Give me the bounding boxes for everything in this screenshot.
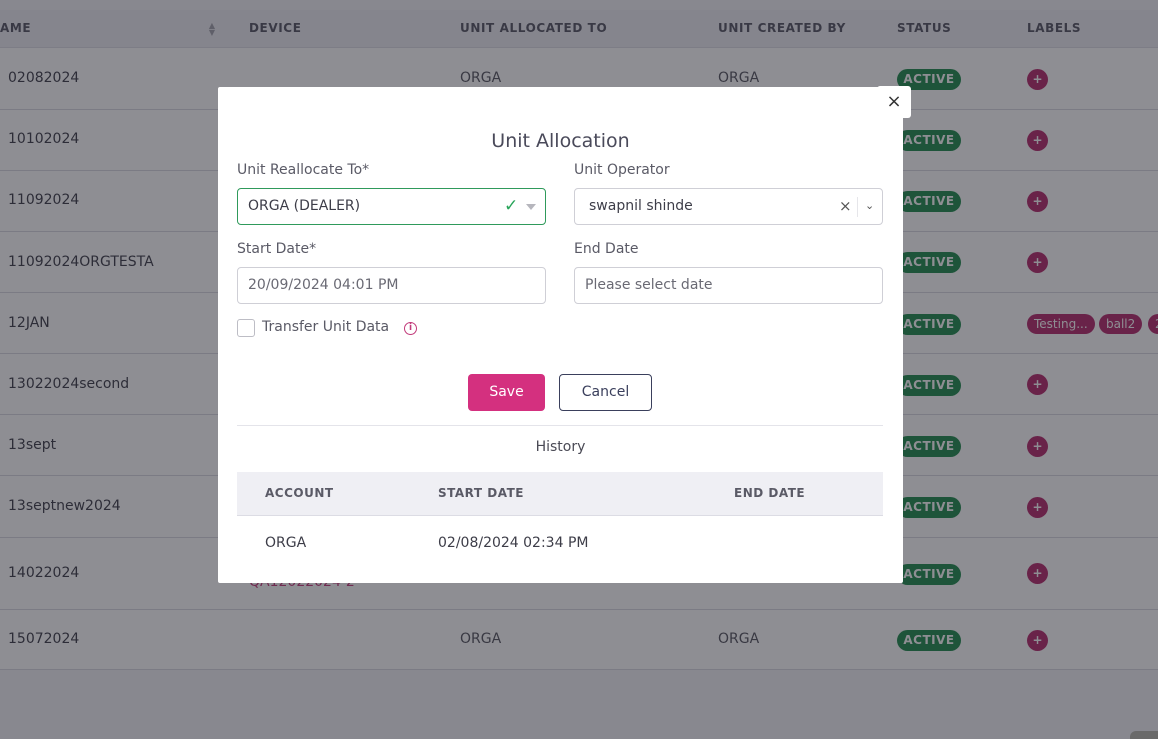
chevron-down-icon[interactable]: ⌄ xyxy=(865,199,874,212)
history-account: ORGA xyxy=(265,535,307,551)
reallocate-select[interactable]: ORGA (DEALER) ✓ xyxy=(237,188,546,225)
history-col-account: ACCOUNT xyxy=(265,486,334,500)
history-title: History xyxy=(535,439,586,455)
scroll-corner xyxy=(1130,731,1158,739)
start-date-label: Start Date* xyxy=(237,241,317,257)
operator-select[interactable]: swapnil shinde × ⌄ xyxy=(574,188,883,225)
start-date-input[interactable]: 20/09/2024 04:01 PM xyxy=(237,267,546,304)
history-start: 02/08/2024 02:34 PM xyxy=(438,535,589,551)
history-col-end: END DATE xyxy=(734,486,806,500)
history-table-header: ACCOUNT START DATE END DATE xyxy=(237,472,883,516)
clear-icon[interactable]: × xyxy=(839,197,852,215)
cancel-button[interactable]: Cancel xyxy=(559,374,652,411)
divider xyxy=(237,425,883,426)
close-icon[interactable]: × xyxy=(877,86,911,118)
check-icon: ✓ xyxy=(504,196,519,216)
end-date-placeholder: Please select date xyxy=(585,277,713,293)
transfer-data-label[interactable]: Transfer Unit Data xyxy=(262,319,389,335)
operator-value: swapnil shinde xyxy=(589,198,693,214)
caret-down-icon[interactable] xyxy=(526,204,536,210)
end-date-input[interactable]: Please select date xyxy=(574,267,883,304)
transfer-data-checkbox[interactable] xyxy=(237,319,255,337)
unit-allocation-modal: Unit Allocation Unit Reallocate To* ORGA… xyxy=(218,87,903,583)
operator-label: Unit Operator xyxy=(574,162,670,178)
reallocate-label: Unit Reallocate To* xyxy=(237,162,370,178)
select-separator xyxy=(857,197,858,217)
end-date-label: End Date xyxy=(574,241,639,257)
modal-title: Unit Allocation xyxy=(491,130,630,152)
reallocate-value: ORGA (DEALER) xyxy=(248,198,361,214)
history-col-start: START DATE xyxy=(438,486,524,500)
start-date-value: 20/09/2024 04:01 PM xyxy=(248,277,399,293)
info-icon[interactable]: i xyxy=(404,322,417,335)
save-button[interactable]: Save xyxy=(468,374,545,411)
